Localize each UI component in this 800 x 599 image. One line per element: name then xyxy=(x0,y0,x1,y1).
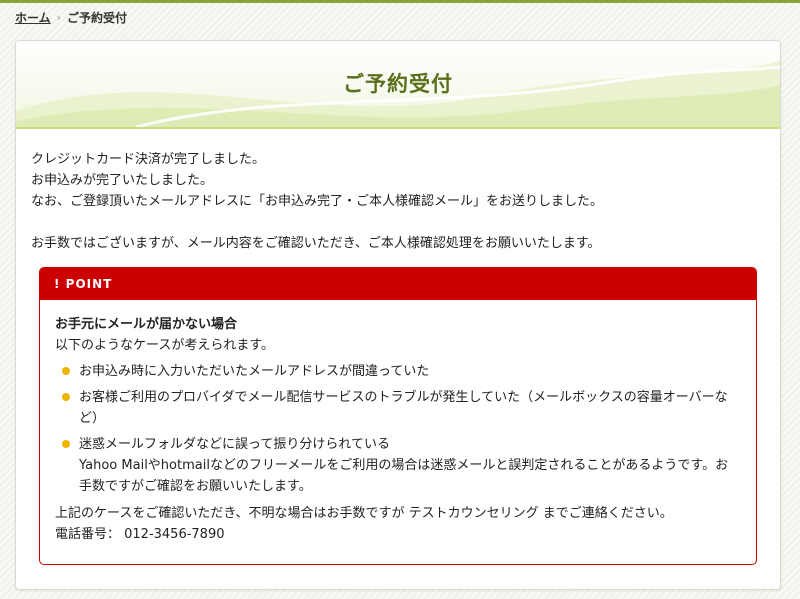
list-item: お客様ご利用のプロバイダでメール配信サービスのトラブルが発生していた（メールボッ… xyxy=(55,387,741,429)
point-intro: 以下のようなケースが考えられます。 xyxy=(55,338,275,353)
bullet-dot-icon xyxy=(62,440,70,448)
card-header: ご予約受付 xyxy=(16,41,780,129)
bullet-dot-icon xyxy=(62,393,70,401)
point-subtitle: お手元にメールが届かない場合 xyxy=(55,317,238,332)
point-box: ! POINT お手元にメールが届かない場合 以下のようなケースが考えられます。… xyxy=(39,267,757,565)
message-line: お申込みが完了いたしました。 xyxy=(31,173,214,188)
list-item-text: 迷惑メールフォルダなどに誤って振り分けられている xyxy=(79,437,390,452)
completion-message: クレジットカード決済が完了しました。 お申込みが完了いたしました。 なお、ご登録… xyxy=(31,149,766,254)
contact-note: 上記のケースをご確認いただき、不明な場合はお手数ですが テストカウンセリング ま… xyxy=(55,506,673,521)
list-item: お申込み時に入力いただいたメールアドレスが間違っていた xyxy=(55,361,741,382)
list-item: 迷惑メールフォルダなどに誤って振り分けられている Yahoo Mailやhotm… xyxy=(55,434,741,497)
list-item-text: お申込み時に入力いただいたメールアドレスが間違っていた xyxy=(79,364,430,379)
top-accent-line xyxy=(0,0,800,3)
case-list: お申込み時に入力いただいたメールアドレスが間違っていた お客様ご利用のプロバイダ… xyxy=(55,361,741,497)
list-item-text: お客様ご利用のプロバイダでメール配信サービスのトラブルが発生していた（メールボッ… xyxy=(79,390,728,426)
breadcrumb: ホーム › ご予約受付 xyxy=(15,9,127,26)
point-body: お手元にメールが届かない場合 以下のようなケースが考えられます。 お申込み時に入… xyxy=(40,300,756,545)
phone-number: 電話番号： 012-3456-7890 xyxy=(55,527,225,542)
point-header: ! POINT xyxy=(40,268,756,300)
breadcrumb-home-link[interactable]: ホーム xyxy=(15,9,51,26)
message-line: クレジットカード決済が完了しました。 xyxy=(31,152,266,167)
reservation-card: ご予約受付 クレジットカード決済が完了しました。 お申込みが完了いたしました。 … xyxy=(15,40,781,590)
breadcrumb-current: ご予約受付 xyxy=(67,11,128,25)
message-line: お手数ではございますが、メール内容をご確認いただき、ご本人様確認処理をお願いいた… xyxy=(31,236,601,251)
page-title: ご予約受付 xyxy=(343,72,453,96)
bullet-dot-icon xyxy=(62,367,70,375)
breadcrumb-separator: › xyxy=(56,11,62,24)
list-item-note: Yahoo Mailやhotmailなどのフリーメールをご利用の場合は迷惑メール… xyxy=(79,458,729,494)
message-line: なお、ご登録頂いたメールアドレスに「お申込み完了・ご本人様確認メール」をお送りし… xyxy=(31,194,604,209)
